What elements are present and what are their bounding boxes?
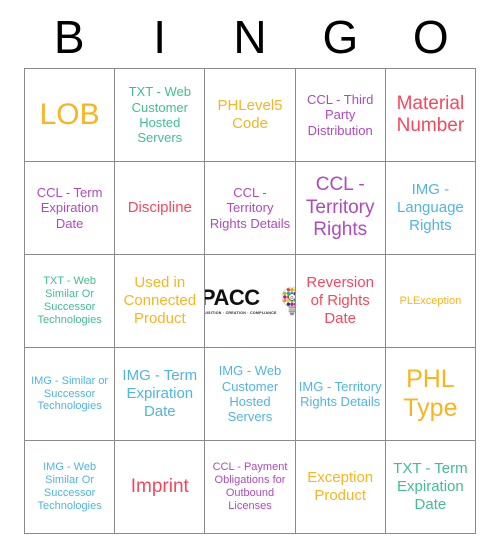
bingo-free-space-cell[interactable]: IPACCACQUISITION · CREATION · COMPLIANCE… — [205, 255, 296, 348]
bingo-cell-label: IMG - Territory Rights Details — [298, 378, 382, 409]
bingo-cell-label: Reversion of Rights Date — [306, 274, 374, 327]
bingo-cell-label: TXT - Web Customer Hosted Servers — [128, 84, 191, 146]
bingo-cell[interactable]: Exception Product — [295, 441, 386, 534]
header-letter-i: I — [153, 11, 166, 63]
bingo-card: B I N G O LOB TXT - Web Customer Hosted S… — [0, 0, 500, 544]
bingo-cell[interactable]: CCL - Third Party Distribution — [295, 69, 386, 162]
bingo-cell[interactable]: PLException — [385, 255, 476, 348]
bingo-cell-label: Imprint — [130, 475, 189, 497]
bingo-cell[interactable]: TXT - Term Expiration Date — [385, 441, 476, 534]
bingo-cell-label: IMG - Web Similar Or Successor Technolog… — [37, 461, 102, 512]
bingo-cell-label: CCL - Payment Obligations for Outbound L… — [212, 461, 288, 512]
header-letter-n: N — [233, 11, 267, 63]
bingo-cell-label: Used in Connected Product — [123, 274, 197, 327]
bingo-cell-label: IMG - Language Rights — [397, 181, 464, 234]
header-letter-b: B — [53, 11, 85, 63]
bingo-cell[interactable]: IMG - Web Similar Or Successor Technolog… — [25, 441, 116, 534]
bingo-cell[interactable]: IMG - Web Customer Hosted Servers — [205, 348, 296, 441]
bingo-cell[interactable]: IMG - Term Expiration Date — [115, 348, 206, 441]
bingo-cell[interactable]: Discipline — [115, 162, 206, 255]
bingo-cell-label: Exception Product — [307, 469, 374, 504]
ipacc-tagline: ACQUISITION · CREATION · COMPLIANCE — [205, 310, 277, 315]
bingo-cell[interactable]: CCL - Territory Rights — [295, 162, 386, 255]
bingo-cell[interactable]: CCL - Term Expiration Date — [25, 162, 116, 255]
bingo-cell-label: LOB — [39, 98, 100, 132]
bingo-cell[interactable]: IMG - Similar or Successor Technologies — [25, 348, 116, 441]
bingo-cell-label: TXT - Term Expiration Date — [393, 460, 468, 513]
bingo-cell[interactable]: PHLevel5 Code — [205, 69, 296, 162]
svg-text:G: G — [290, 295, 293, 300]
bingo-cell[interactable]: PHL Type — [385, 348, 476, 441]
ipacc-wordmark: IPACC — [205, 284, 260, 310]
bingo-cell-label: Discipline — [127, 199, 192, 217]
bingo-cell[interactable]: Reversion of Rights Date — [295, 255, 386, 348]
bingo-cell-label: PLException — [399, 294, 462, 307]
bingo-cell-label: IMG - Web Customer Hosted Servers — [218, 363, 282, 425]
header-letter-o: O — [412, 11, 449, 63]
bingo-cell[interactable]: Imprint — [115, 441, 206, 534]
bingo-cell[interactable]: IMG - Language Rights — [385, 162, 476, 255]
bingo-cell-label: PHLevel5 Code — [217, 97, 283, 132]
bingo-cell-label: PHL Type — [403, 364, 458, 423]
bingo-cell-label: CCL - Third Party Distribution — [306, 92, 374, 138]
bingo-cell-label: CCL - Term Expiration Date — [36, 185, 103, 231]
bingo-cell[interactable]: TXT - Web Customer Hosted Servers — [115, 69, 206, 162]
bingo-cell[interactable]: Used in Connected Product — [115, 255, 206, 348]
bingo-cell[interactable]: LOB — [25, 69, 116, 162]
bingo-cell-label: CCL - Territory Rights Details — [209, 185, 291, 231]
bingo-cell[interactable]: CCL - Payment Obligations for Outbound L… — [205, 441, 296, 534]
bingo-cell-label: CCL - Territory Rights — [305, 174, 375, 241]
bingo-cell-label: Material Number — [396, 92, 465, 136]
ipacc-logo-textblock: IPACCACQUISITION · CREATION · COMPLIANCE — [205, 284, 277, 316]
bingo-cell[interactable]: CCL - Territory Rights Details — [205, 162, 296, 255]
bingo-header-row: B I N G O — [24, 6, 476, 68]
ipacc-logo: IPACCACQUISITION · CREATION · COMPLIANCE… — [205, 284, 295, 316]
bingo-cell[interactable]: TXT - Web Similar Or Successor Technolog… — [25, 255, 116, 348]
lightbulb-icon: G — [279, 286, 295, 316]
bingo-cell-label: TXT - Web Similar Or Successor Technolog… — [37, 275, 102, 326]
bingo-cell-label: IMG - Term Expiration Date — [122, 367, 198, 420]
bingo-cell[interactable]: Material Number — [385, 69, 476, 162]
header-letter-g: G — [322, 11, 359, 63]
bingo-cell[interactable]: IMG - Territory Rights Details — [295, 348, 386, 441]
bingo-grid: LOB TXT - Web Customer Hosted Servers PHLe… — [24, 68, 476, 534]
bingo-cell-label: IMG - Similar or Successor Technologies — [31, 374, 109, 413]
